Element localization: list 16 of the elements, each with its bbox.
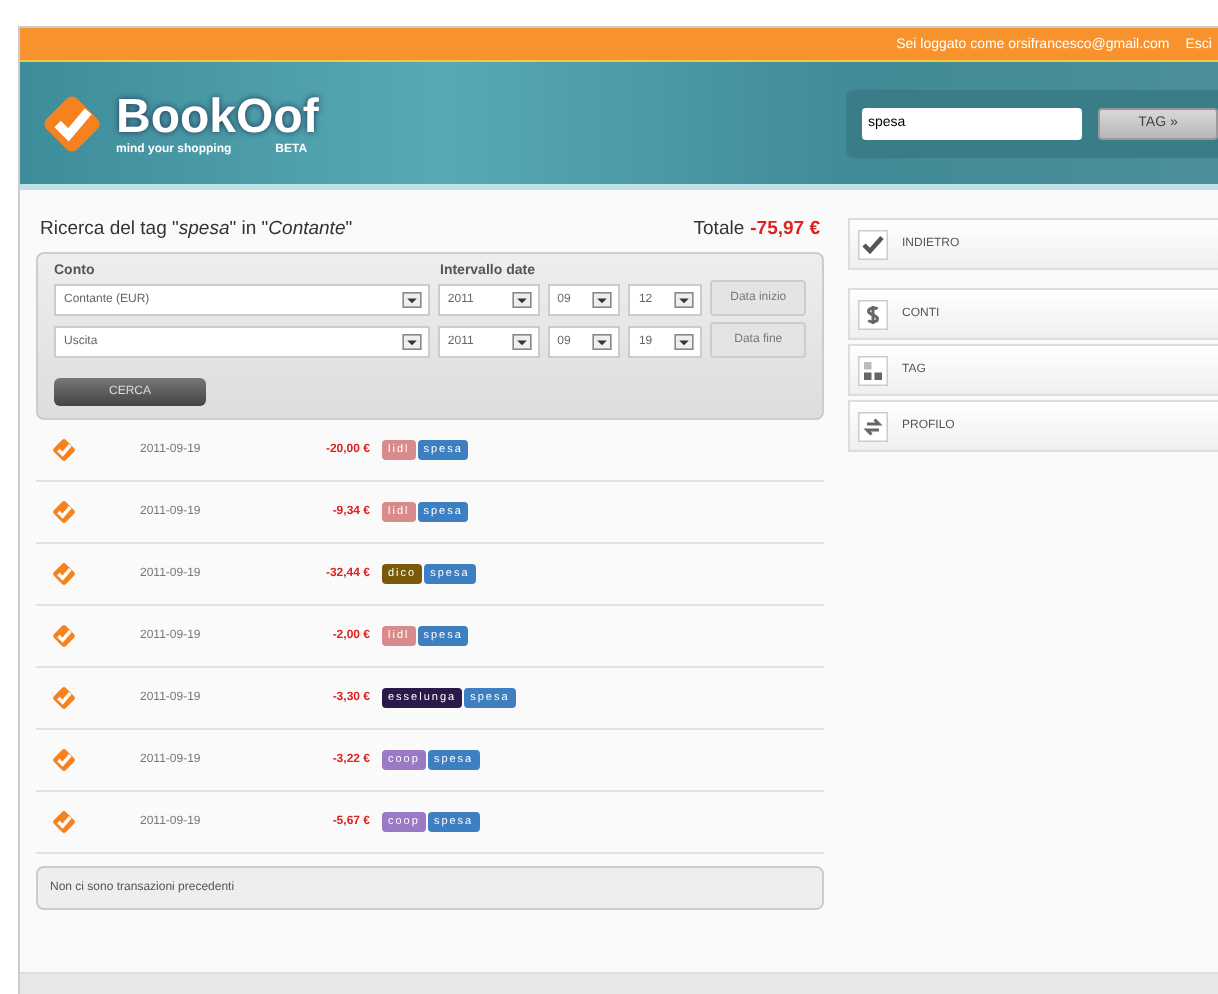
dollar-icon [858, 299, 888, 329]
dropdown-arrow-icon [511, 292, 532, 308]
dropdown-arrow-icon [674, 334, 695, 350]
checkmark-icon [858, 229, 888, 259]
dropdown-arrow-icon [511, 334, 532, 350]
dropdown-arrow-icon [674, 292, 695, 308]
search-title: Ricerca del tag "spesa" in "Contante" [40, 218, 353, 240]
dropdown-arrow-icon [401, 292, 422, 308]
dropdown-arrow-icon [592, 334, 613, 350]
dropdown-arrow-icon [592, 292, 613, 308]
total-label: Totale [693, 218, 745, 240]
logo-name: BookOof [116, 91, 319, 143]
blocks-icon [858, 355, 888, 385]
total-value: -75,97 € [750, 218, 820, 240]
swap-arrows-icon [858, 411, 888, 441]
dropdown-arrow-icon [401, 334, 422, 350]
